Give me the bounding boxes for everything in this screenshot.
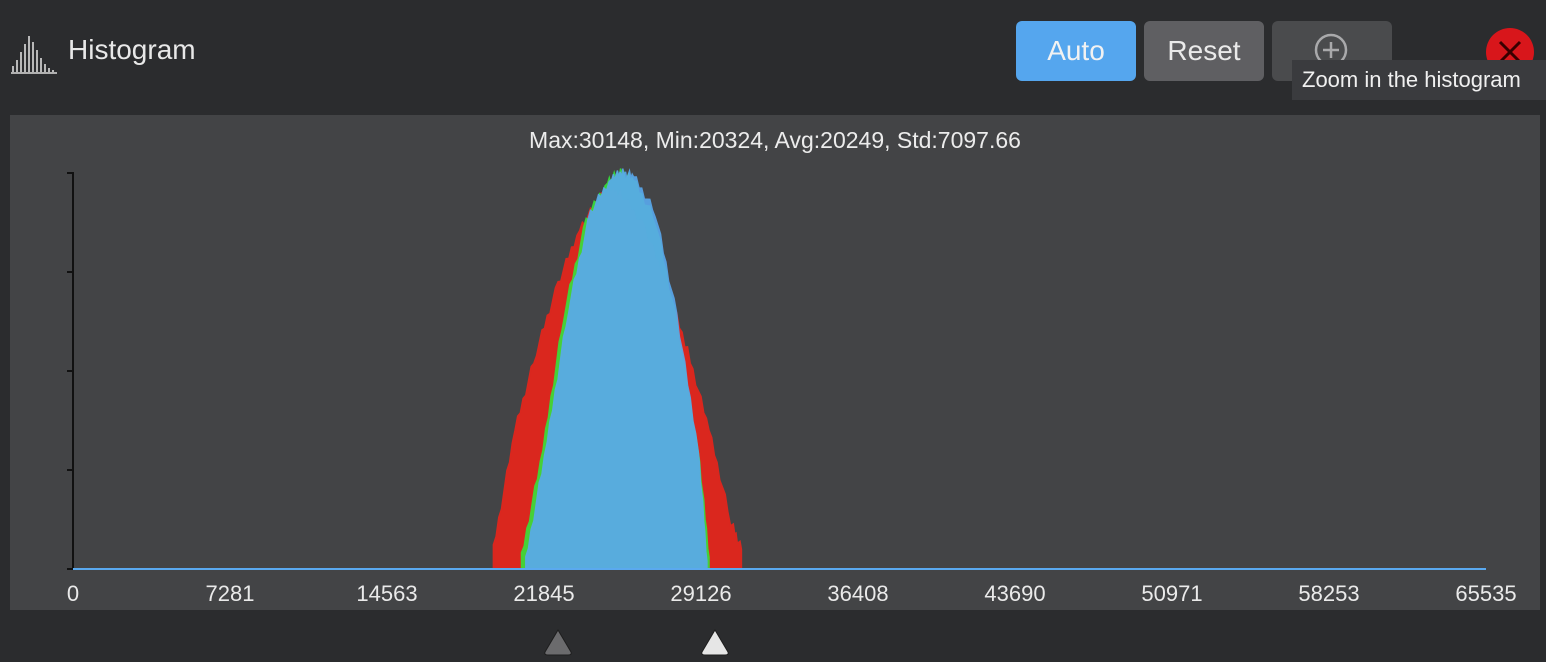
x-tick-label: 43690 — [984, 581, 1045, 606]
histogram-panel: Max:30148, Min:20324, Avg:20249, Std:709… — [10, 115, 1540, 610]
x-tick-label: 0 — [67, 581, 79, 606]
header: Histogram Auto Reset Zoom in the histogr… — [0, 0, 1546, 110]
x-tick-label: 29126 — [670, 581, 731, 606]
x-tick-label: 7281 — [206, 581, 255, 606]
histogram-icon — [11, 36, 57, 74]
x-tick-label: 58253 — [1298, 581, 1359, 606]
page-title: Histogram — [68, 34, 196, 65]
x-tick-label: 65535 — [1455, 581, 1516, 606]
x-tick-label: 50971 — [1141, 581, 1202, 606]
reset-button[interactable]: Reset — [1144, 21, 1264, 81]
zoom-tooltip: Zoom in the histogram — [1292, 60, 1546, 100]
histogram-chart: 0 7281 14563 21845 29126 36408 43690 50971 58253… — [67, 168, 1517, 606]
range-markers — [544, 629, 729, 656]
range-high-handle[interactable] — [701, 629, 729, 656]
range-low-handle[interactable] — [544, 629, 572, 656]
x-tick-label: 36408 — [827, 581, 888, 606]
x-tick-label: 14563 — [356, 581, 417, 606]
x-tick-label: 21845 — [513, 581, 574, 606]
auto-button[interactable]: Auto — [1016, 21, 1136, 81]
